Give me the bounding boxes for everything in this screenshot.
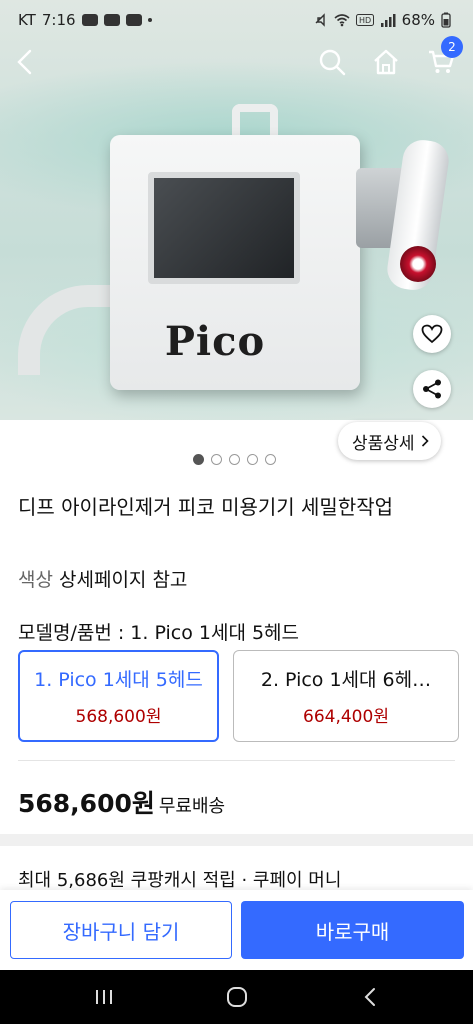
- system-back-button[interactable]: [350, 982, 390, 1012]
- cashback-info: 최대 5,686원 쿠팡캐시 적립 · 쿠페이 머니: [18, 870, 342, 891]
- clock: 7:16: [41, 11, 76, 29]
- carousel-dot[interactable]: [193, 454, 204, 465]
- option-price: 568,600원: [75, 707, 162, 727]
- product-detail-label: 상품상세: [352, 433, 415, 454]
- share-button[interactable]: [413, 370, 451, 408]
- device-logo: Pico: [164, 318, 266, 365]
- mute-icon: [315, 13, 325, 27]
- back-button[interactable]: [6, 42, 46, 82]
- carousel-dot[interactable]: [211, 454, 222, 465]
- signal-icon: [380, 13, 396, 27]
- carousel-indicator: [193, 454, 276, 465]
- back-arrow-icon: [364, 988, 375, 1006]
- divider: [18, 760, 455, 761]
- home-icon: [374, 49, 398, 75]
- product-title: 디프 아이라인제거 피코 미용기기 세밀한작업: [18, 495, 394, 519]
- recent-apps-icon: [96, 990, 112, 1004]
- notification-icon: [125, 14, 142, 26]
- top-navigation: 2: [0, 36, 473, 84]
- option-price: 664,400원: [303, 707, 389, 727]
- cart-button[interactable]: 2: [421, 36, 463, 82]
- buy-now-button[interactable]: 바로구매: [241, 901, 464, 959]
- hd-voice-icon: HD: [355, 14, 374, 26]
- color-value: 상세페이지 참고: [59, 569, 188, 591]
- carousel-dot[interactable]: [229, 454, 240, 465]
- notification-icon: [103, 14, 120, 26]
- option-name: 1. Pico 1세대 5헤드: [34, 669, 203, 691]
- svg-text:HD: HD: [359, 16, 371, 25]
- system-navigation-bar: [0, 970, 473, 1024]
- home-button[interactable]: [366, 42, 406, 82]
- option-selected-label: 모델명/품번 : 1. Pico 1세대 5헤드: [18, 622, 300, 644]
- battery-icon: [441, 12, 451, 28]
- wishlist-button[interactable]: [413, 315, 451, 353]
- device-screen: [148, 172, 300, 284]
- section-separator: [0, 834, 473, 846]
- option-card-pico-6head[interactable]: 2. Pico 1세대 6헤… 664,400원: [233, 650, 459, 742]
- carousel-dot[interactable]: [265, 454, 276, 465]
- chevron-left-icon: [17, 49, 32, 75]
- add-to-cart-button[interactable]: 장바구니 담기: [10, 901, 232, 959]
- heart-icon: [421, 324, 443, 344]
- bottom-action-bar: 장바구니 담기 바로구매: [0, 890, 473, 970]
- product-detail-button[interactable]: 상품상세: [338, 422, 441, 460]
- carousel-dot[interactable]: [247, 454, 258, 465]
- search-button[interactable]: [312, 42, 352, 82]
- option-card-pico-5head[interactable]: 1. Pico 1세대 5헤드 568,600원: [18, 650, 219, 742]
- status-bar: KT 7:16 HD 68%: [0, 0, 473, 40]
- search-icon: [319, 49, 346, 76]
- option-name: 2. Pico 1세대 6헤…: [260, 669, 432, 691]
- system-home-button[interactable]: [217, 982, 257, 1012]
- carrier-label: KT: [18, 11, 36, 29]
- sale-price: 568,600원: [18, 789, 155, 818]
- share-icon: [423, 379, 441, 399]
- recent-apps-button[interactable]: [84, 982, 124, 1012]
- more-notifications-icon: [147, 18, 152, 22]
- battery-percent: 68%: [401, 11, 435, 29]
- shipping-info: 무료배송: [158, 796, 226, 817]
- cart-count-badge: 2: [441, 36, 463, 58]
- notification-icon: [81, 14, 98, 26]
- price-row: 568,600원 무료배송: [18, 784, 225, 820]
- chevron-right-icon: [421, 435, 429, 447]
- color-info: 색상 상세페이지 참고: [18, 565, 187, 592]
- color-label: 색상: [18, 569, 53, 591]
- wifi-icon: [334, 14, 350, 27]
- home-circle-icon: [227, 987, 247, 1007]
- device-probe-tip: [400, 246, 436, 282]
